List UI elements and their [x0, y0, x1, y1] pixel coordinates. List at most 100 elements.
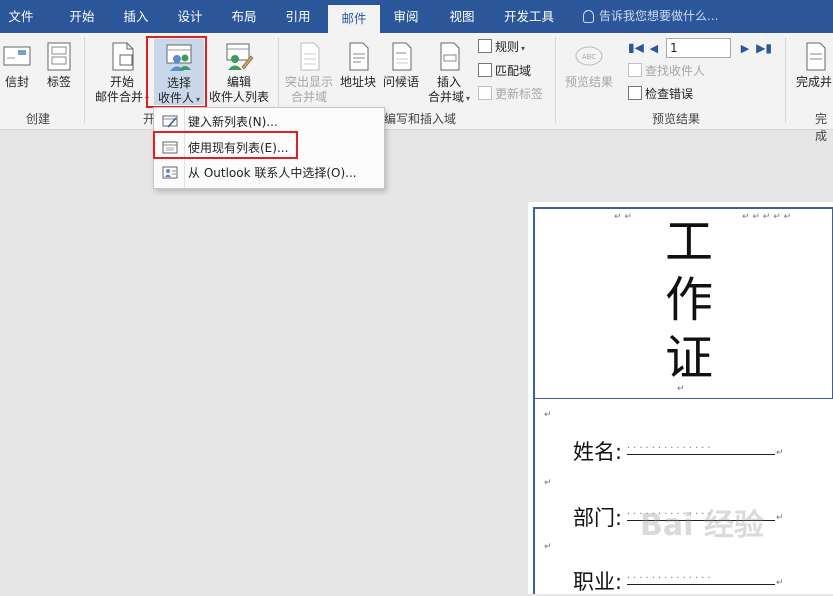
match-fields-button[interactable]: 匹配域 — [478, 63, 531, 79]
paragraph-mark-icon: ↵ — [776, 578, 784, 588]
tab-design[interactable]: 设计 — [168, 0, 212, 33]
menu-item-outlook-contacts[interactable]: 从 Outlook 联系人中选择(O)... — [154, 161, 382, 185]
edit-recipients-label-1: 编辑 — [226, 75, 251, 89]
group-separator — [785, 37, 786, 123]
find-recipient-icon — [628, 63, 642, 77]
tab-references[interactable]: 引用 — [276, 0, 320, 33]
edit-list-icon — [226, 43, 254, 70]
rules-label: 规则 — [495, 40, 520, 54]
check-errors-label: 检查错误 — [645, 87, 694, 101]
field-department-label: 部门: — [573, 506, 623, 530]
chevron-down-icon: ▾ — [466, 94, 471, 103]
next-record-icon[interactable]: ▶ — [741, 42, 749, 55]
start-mail-merge-button[interactable]: 开始 邮件合并 ▾ — [92, 41, 152, 106]
previous-record-icon[interactable]: ◀ — [650, 42, 658, 55]
paragraph-mark-icon: ↵ — [544, 542, 552, 552]
preview-results-button[interactable]: ABC 预览结果 — [560, 41, 618, 90]
match-fields-icon — [478, 63, 492, 77]
highlight-fields-label-2: 合并域 — [290, 90, 327, 104]
group-separator — [555, 37, 556, 123]
check-errors-icon — [628, 86, 642, 100]
tab-view[interactable]: 视图 — [440, 0, 484, 33]
paragraph-mark-icon: ↵ ↵ — [614, 212, 632, 222]
greeting-icon — [392, 42, 412, 71]
update-labels-button[interactable]: 更新标签 — [478, 86, 543, 102]
tab-home[interactable]: 开始 — [60, 0, 104, 33]
tab-mailings[interactable]: 邮件 — [328, 5, 380, 33]
annotation-highlight-existing-list — [153, 131, 298, 159]
first-record-icon[interactable]: ▮◀ — [628, 41, 644, 55]
annotation-highlight-select-recipients — [146, 36, 207, 108]
start-merge-label-1: 开始 — [109, 75, 134, 89]
record-number-input[interactable]: 1 — [665, 38, 731, 58]
ribbon: 信封 标签 创建 开始 邮件合并 ▾ 选择 收件人 ▾ 编辑 收件人列表 开 突… — [0, 33, 833, 143]
tab-developer[interactable]: 开发工具 — [496, 0, 562, 33]
group-separator — [84, 37, 85, 123]
group-label-write-insert: 编写和插入域 — [384, 112, 457, 126]
envelope-label: 信封 — [4, 75, 29, 89]
envelope-button[interactable]: 信封 — [0, 41, 34, 90]
insert-merge-field-button[interactable]: 插入 合并域 ▾ — [424, 41, 474, 106]
title-char: 证 — [665, 330, 714, 386]
check-errors-button[interactable]: 检查错误 — [628, 86, 693, 102]
address-block-button[interactable]: 地址块 — [338, 41, 378, 90]
record-navigator: ▮◀ ◀ 1 ▶ ▶▮ — [628, 38, 772, 58]
labels-label: 标签 — [46, 75, 71, 89]
greeting-line-button[interactable]: 问候语 — [380, 41, 422, 90]
paragraph-mark-icon: ↵ — [544, 410, 552, 420]
preview-results-label: 预览结果 — [564, 75, 613, 89]
title-char: 工 — [665, 214, 714, 270]
insert-field-icon — [440, 42, 460, 71]
title-char: 作 — [665, 272, 714, 328]
insert-field-label-1: 插入 — [436, 75, 461, 89]
group-label-preview: 预览结果 — [652, 112, 701, 126]
lightbulb-icon — [583, 10, 594, 23]
watermark-logo: Bai 经验 — [640, 508, 764, 543]
rules-button[interactable]: 规则 ▾ — [478, 39, 525, 57]
contacts-icon — [162, 166, 178, 179]
address-block-icon — [349, 42, 369, 71]
highlight-fields-icon — [300, 42, 320, 71]
rules-icon — [478, 39, 492, 53]
paragraph-mark-icon: ↵ ↵ ↵ ↵ ↵ — [742, 212, 792, 222]
field-name-label: 姓名: — [573, 440, 623, 464]
document-icon — [112, 42, 134, 71]
paragraph-mark-icon: ↵ — [544, 478, 552, 488]
highlight-merge-fields-button[interactable]: 突出显示 合并域 — [282, 41, 336, 105]
svg-text:ABC: ABC — [582, 53, 596, 61]
start-merge-label-2: 邮件合并 — [94, 90, 143, 104]
envelope-icon — [3, 46, 31, 66]
match-fields-label: 匹配域 — [495, 64, 532, 78]
paragraph-mark-icon: ↵ — [776, 448, 784, 458]
labels-icon — [47, 42, 71, 71]
finish-merge-button[interactable]: 完成并 — [792, 41, 833, 90]
preview-abc-icon: ABC — [575, 46, 603, 66]
tell-me-text: 告诉我您想要做什么... — [599, 9, 719, 23]
tab-file[interactable]: 文件 — [0, 0, 42, 33]
chevron-down-icon: ▾ — [521, 44, 526, 53]
insert-field-label-2: 合并域 — [427, 90, 464, 104]
menu-item-label: 从 Outlook 联系人中选择(O)... — [188, 166, 357, 180]
find-recipient-label: 查找收件人 — [645, 64, 706, 78]
menu-bar: 文件 开始 插入 设计 布局 引用 邮件 审阅 视图 开发工具 告诉我您想要做什… — [0, 0, 833, 33]
finish-merge-label: 完成并 — [796, 75, 833, 89]
field-name-blank[interactable]: ·············· — [627, 443, 775, 455]
tab-layout[interactable]: 布局 — [222, 0, 266, 33]
edit-recipients-label-2: 收件人列表 — [208, 90, 269, 104]
edit-recipient-list-button[interactable]: 编辑 收件人列表 — [206, 41, 272, 105]
new-list-icon — [162, 115, 178, 128]
group-label-finish: 完成 — [815, 112, 828, 143]
address-block-label: 地址块 — [339, 75, 376, 89]
tab-insert[interactable]: 插入 — [114, 0, 158, 33]
labels-button[interactable]: 标签 — [42, 41, 76, 90]
group-label-create: 创建 — [26, 112, 51, 126]
field-occupation-blank[interactable]: ·············· — [627, 573, 775, 585]
update-labels-icon — [478, 86, 492, 100]
find-recipient-button[interactable]: 查找收件人 — [628, 63, 705, 79]
tell-me-search[interactable]: 告诉我您想要做什么... — [583, 0, 718, 33]
field-occupation-label: 职业: — [573, 570, 623, 594]
greeting-label: 问候语 — [382, 75, 419, 89]
last-record-icon[interactable]: ▶▮ — [756, 41, 772, 55]
update-labels-label: 更新标签 — [495, 87, 544, 101]
tab-review[interactable]: 审阅 — [384, 0, 428, 33]
